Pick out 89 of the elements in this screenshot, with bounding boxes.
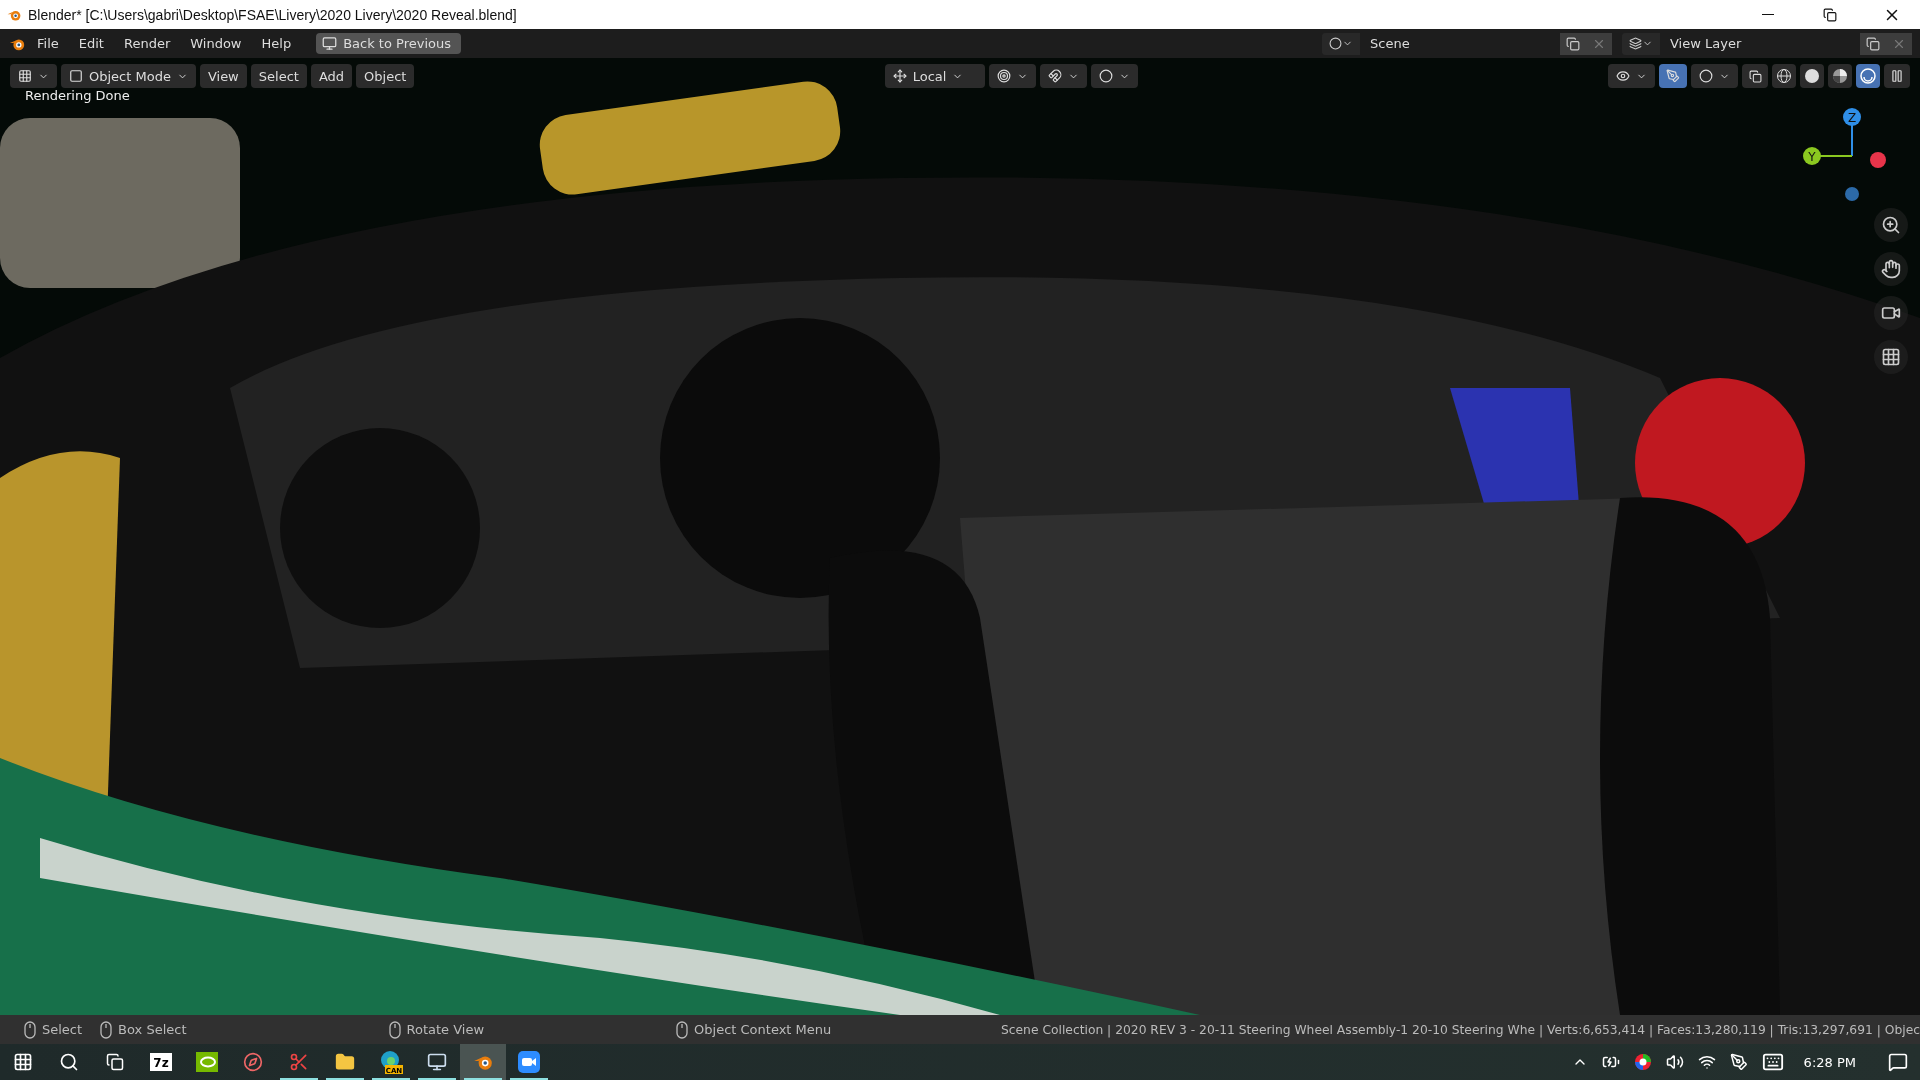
zoom-button[interactable]	[1874, 208, 1908, 242]
menu-item[interactable]: Window	[181, 33, 251, 54]
mouse-icon	[100, 1020, 113, 1039]
shading-button[interactable]	[1828, 64, 1852, 88]
delete-button[interactable]	[1886, 32, 1912, 55]
header-menu[interactable]: View	[199, 64, 247, 88]
ortho-button[interactable]	[1874, 340, 1908, 374]
pause-icon	[1890, 69, 1904, 83]
menu-item[interactable]: Render	[114, 33, 180, 54]
solid-sphere-icon	[1804, 68, 1820, 84]
duplicate-button[interactable]	[1560, 32, 1586, 55]
copy-icon	[1566, 36, 1580, 51]
eye-logo-icon	[196, 1052, 218, 1072]
camera-button[interactable]	[1874, 296, 1908, 330]
task-view-icon	[106, 1053, 124, 1071]
clock-time[interactable]: 6:28 PM	[1803, 1054, 1856, 1070]
monitor-icon	[427, 1052, 447, 1072]
rendered-sphere-icon	[1860, 68, 1876, 84]
axis-handle[interactable]	[1870, 152, 1886, 168]
compass-icon	[243, 1052, 263, 1072]
menu-item[interactable]: File	[28, 33, 68, 54]
proportional-edit-button[interactable]	[1090, 64, 1138, 88]
duplicate-button[interactable]	[1860, 32, 1886, 55]
eye-icon	[1616, 69, 1630, 83]
header-menu[interactable]: Select	[250, 64, 307, 88]
zoom-icon	[1881, 215, 1901, 235]
search-icon	[59, 1052, 79, 1072]
layers-icon	[1629, 37, 1642, 50]
material-sphere-icon	[1832, 68, 1848, 84]
status-hint: Rotate View	[406, 1022, 485, 1037]
target-icon	[996, 69, 1011, 83]
xray-button[interactable]	[1742, 64, 1768, 88]
axis-handle[interactable]: Z	[1843, 108, 1861, 157]
scene-field[interactable]: Scene	[1360, 32, 1560, 55]
mouse-icon	[388, 1020, 401, 1039]
monitor-icon	[322, 36, 338, 51]
snap-button[interactable]	[1039, 64, 1087, 88]
header-menu[interactable]: Add	[310, 64, 353, 88]
taskbar-app[interactable]: 7z	[138, 1044, 184, 1080]
overlay-button[interactable]	[1691, 64, 1738, 88]
copy-icon	[1866, 36, 1880, 51]
shading-button[interactable]	[1772, 64, 1796, 88]
view-layer-field[interactable]: View Layer	[1660, 32, 1860, 55]
window-title: Blender* [C:\Users\gabri\Desktop\FSAE\Livery\2020 Livery\2020 Reveal.blend]	[28, 6, 518, 23]
shading-button[interactable]	[1800, 64, 1824, 88]
mouse-icon	[24, 1020, 36, 1039]
hand-icon	[1881, 259, 1901, 279]
scissors-icon	[289, 1052, 309, 1072]
pause-button[interactable]	[1884, 64, 1910, 88]
grid-icon	[18, 69, 32, 83]
back-to-previous-button[interactable]: Back to Previous	[316, 33, 461, 54]
restore-icon	[1823, 7, 1837, 22]
scene-statistics: Scene Collection | 2020 REV 3 - 20-11 Steering Wheel Assembly-1 20-10 Steering Whe | Verts:6,653,414 | Faces:13,280,119 | Tris:13,297,691 | Objec	[1001, 1022, 1920, 1037]
volume-icon[interactable]	[1665, 1053, 1684, 1071]
status-hint: Select	[42, 1022, 83, 1037]
visibility-button[interactable]	[1608, 64, 1655, 88]
xray-icon	[1748, 69, 1762, 83]
render-status-text: Rendering Done	[25, 88, 130, 103]
menu-item[interactable]: Help	[252, 33, 301, 54]
color-wheel-icon[interactable]	[1633, 1053, 1652, 1071]
status-hint: Object Context Menu	[694, 1022, 832, 1037]
grid-icon	[1881, 347, 1901, 367]
keyboard-icon[interactable]	[1761, 1051, 1784, 1073]
magnet-icon	[1047, 69, 1062, 83]
circle-icon	[1098, 69, 1113, 83]
axis-handle[interactable]	[1845, 187, 1859, 201]
wifi-icon[interactable]	[1697, 1053, 1716, 1071]
editor-type-button[interactable]	[10, 64, 57, 88]
gizmo-toggle[interactable]	[1659, 64, 1687, 88]
square-icon	[69, 69, 83, 83]
status-hint: Box Select	[118, 1022, 187, 1037]
pan-button[interactable]	[1874, 252, 1908, 286]
header-menu[interactable]: Object	[356, 64, 415, 88]
axis-handle[interactable]: Y	[1803, 147, 1853, 165]
mouse-icon	[676, 1020, 689, 1039]
wireframe-sphere-icon	[1776, 68, 1792, 84]
pen-icon[interactable]	[1729, 1053, 1748, 1071]
notification-icon[interactable]	[1888, 1052, 1908, 1072]
menu-item[interactable]: Edit	[69, 33, 113, 54]
minimize-icon	[1762, 14, 1774, 15]
orientation-dropdown[interactable]: Local	[884, 64, 985, 88]
axes-icon	[892, 69, 907, 83]
archiver-icon: 7z	[150, 1053, 172, 1071]
shading-button[interactable]	[1856, 64, 1880, 88]
pivot-button[interactable]	[988, 64, 1036, 88]
delete-button[interactable]	[1586, 32, 1612, 55]
video-camera-icon	[518, 1051, 540, 1073]
folder-icon	[335, 1052, 355, 1072]
mode-dropdown[interactable]: Object Mode	[61, 64, 196, 88]
